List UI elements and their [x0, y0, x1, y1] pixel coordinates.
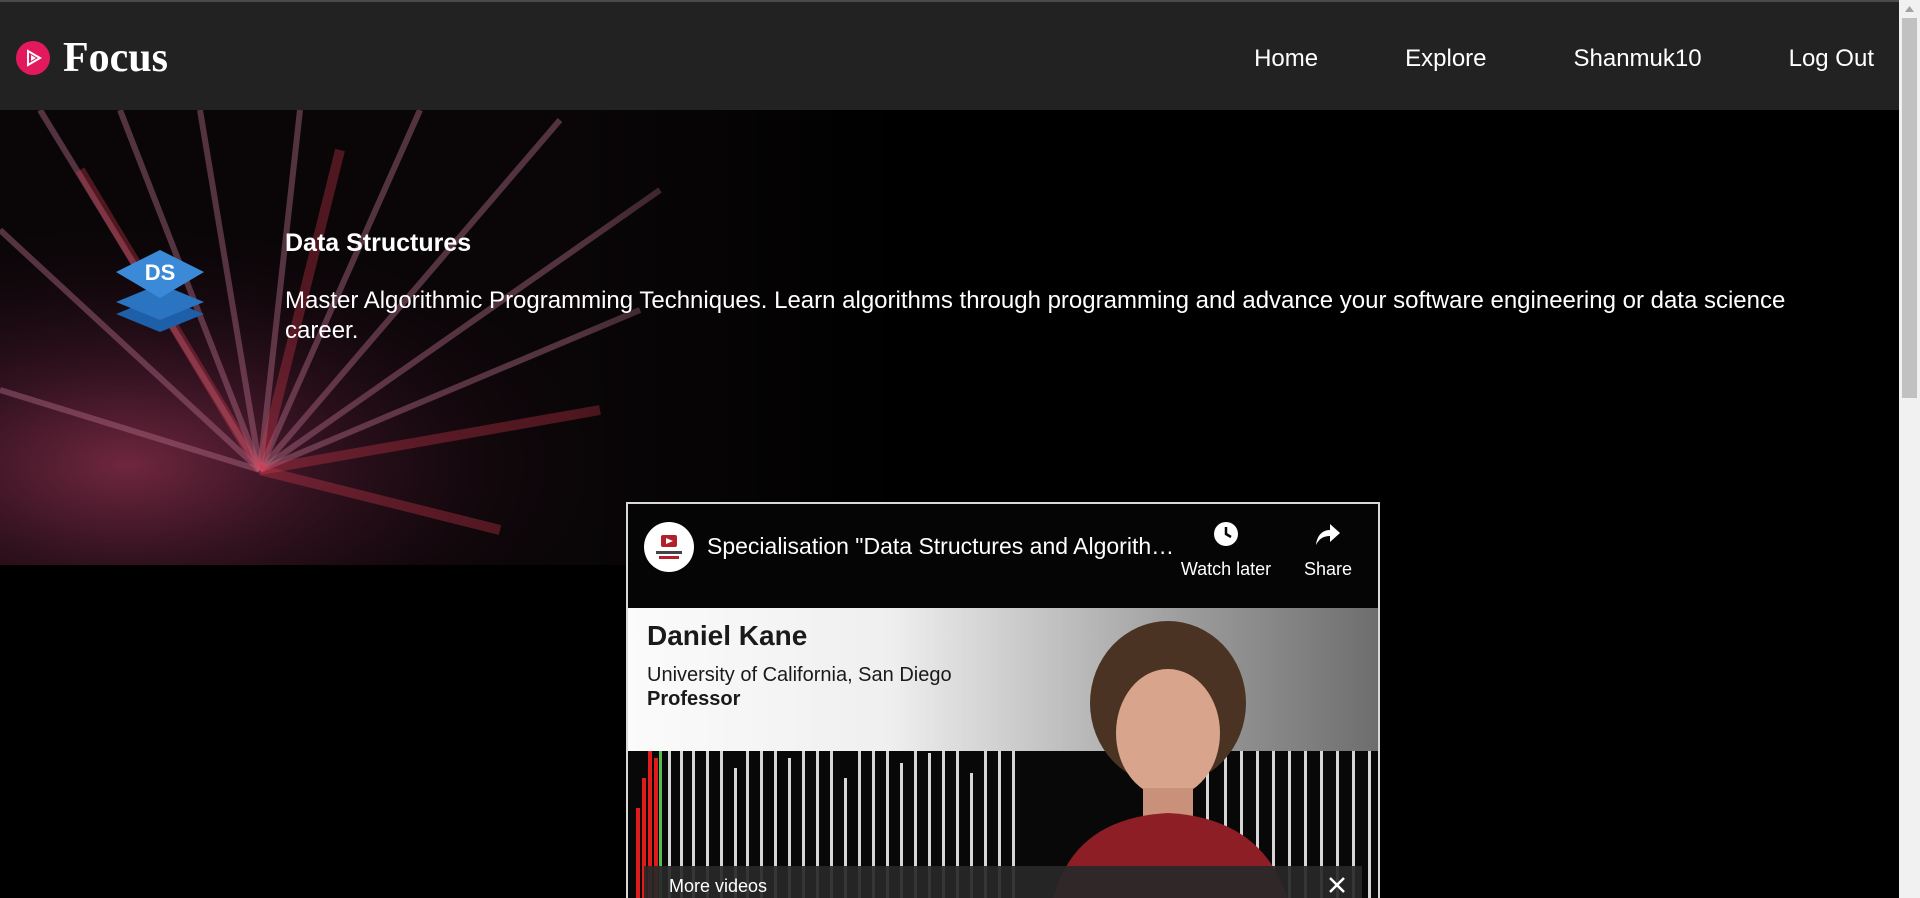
- video-header: Specialisation "Data Structures and Algo…: [628, 504, 1378, 608]
- course-logo: DS: [116, 250, 204, 332]
- course-hero: DS Data Structures Master Algorithmic Pr…: [0, 110, 1899, 565]
- scrollbar-thumb[interactable]: [1902, 18, 1917, 398]
- video-embed[interactable]: Daniel Kane University of California, Sa…: [626, 502, 1380, 898]
- presenter-name: Daniel Kane: [647, 620, 808, 651]
- course-title: Data Structures: [285, 229, 472, 257]
- watch-later-label: Watch later: [1180, 559, 1272, 579]
- nav-logout-link[interactable]: Log Out: [1789, 44, 1874, 74]
- nav-explore-link[interactable]: Explore: [1405, 44, 1486, 74]
- more-videos-bar[interactable]: More videos: [644, 866, 1362, 898]
- course-description: Master Algorithmic Programming Technique…: [285, 287, 1786, 344]
- more-videos-label: More videos: [669, 876, 768, 896]
- watch-later-button[interactable]: Watch later: [1176, 520, 1276, 580]
- brand-name: Focus: [63, 35, 168, 81]
- close-icon[interactable]: [1326, 874, 1348, 896]
- nav-user-link[interactable]: Shanmuk10: [1574, 44, 1702, 74]
- scroll-up-arrow-icon[interactable]: [1899, 0, 1920, 18]
- video-frame[interactable]: Daniel Kane University of California, Sa…: [628, 608, 1378, 898]
- nav-links: Home Explore Shanmuk10 Log Out: [1167, 44, 1874, 74]
- share-label: Share: [1303, 559, 1353, 579]
- share-icon: [1316, 524, 1340, 545]
- nav-home-link[interactable]: Home: [1254, 44, 1318, 74]
- navbar: Focus Home Explore Shanmuk10 Log Out: [0, 0, 1899, 110]
- course-logo-text: DS: [145, 260, 176, 285]
- play-circle-icon: [16, 41, 50, 75]
- presenter-university: University of California, San Diego: [647, 664, 952, 686]
- presenter-role: Professor: [647, 688, 741, 710]
- share-button[interactable]: Share: [1288, 520, 1368, 580]
- brand-logo[interactable]: Focus: [16, 36, 168, 80]
- clock-icon: [1214, 522, 1238, 546]
- presenter-image: [1053, 621, 1288, 898]
- video-title[interactable]: Specialisation "Data Structures and Algo…: [707, 533, 1177, 560]
- page-scrollbar[interactable]: [1899, 0, 1920, 898]
- channel-avatar[interactable]: [644, 522, 694, 572]
